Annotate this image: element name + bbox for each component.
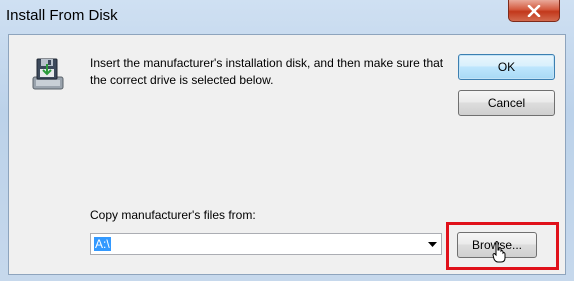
files-location-combobox[interactable]: A:\ (90, 233, 442, 255)
title-bar[interactable]: Install From Disk (0, 0, 574, 34)
install-disk-icon (32, 58, 64, 90)
copy-files-label: Copy manufacturer's files from: (90, 208, 256, 222)
close-icon (527, 4, 541, 17)
window-title: Install From Disk (6, 7, 118, 24)
hand-pointer-cursor (492, 241, 506, 263)
ok-button[interactable]: OK (458, 54, 555, 80)
install-from-disk-window: Install From Disk Insert the manufacture… (0, 0, 574, 281)
cancel-button[interactable]: Cancel (458, 90, 555, 116)
dropdown-button[interactable] (423, 234, 441, 254)
instructions-text: Insert the manufacturer's installation d… (90, 56, 444, 87)
close-button[interactable] (508, 0, 560, 22)
path-value: A:\ (94, 237, 111, 251)
chevron-down-icon (427, 241, 437, 247)
